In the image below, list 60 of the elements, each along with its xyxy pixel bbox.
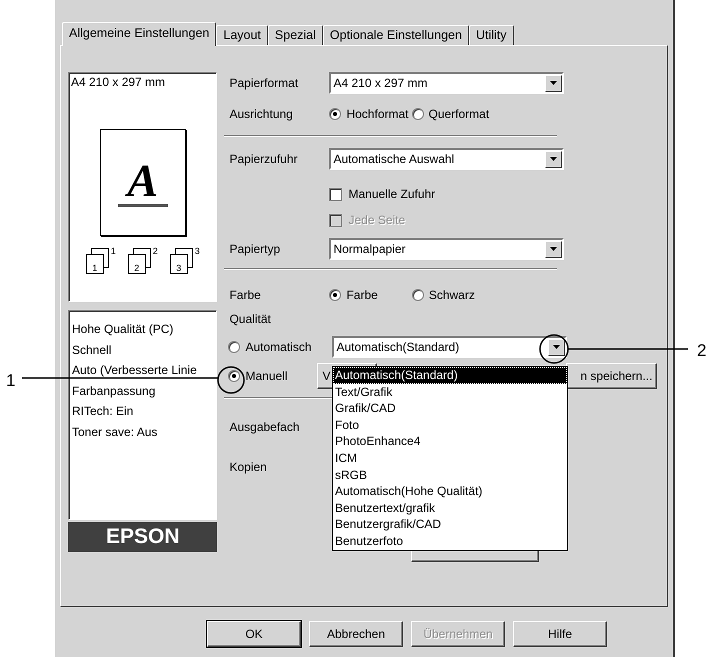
dropdown-option[interactable]: Benutzerfoto bbox=[333, 532, 567, 550]
option-label: Automatisch bbox=[245, 340, 312, 354]
field-label: Qualität bbox=[228, 312, 272, 326]
summary-line: Auto (Verbesserte Linie bbox=[72, 362, 198, 380]
dropdown-option[interactable]: Benutzergrafik/CAD bbox=[333, 516, 567, 533]
radio-button[interactable] bbox=[329, 108, 342, 120]
summary-line: Farbanpassung bbox=[72, 382, 156, 400]
dropdown-option[interactable]: Automatisch(Standard) bbox=[333, 367, 567, 384]
option-label: Querformat bbox=[428, 106, 490, 122]
tab[interactable]: Layout bbox=[216, 25, 268, 45]
option-label: Manuelle Zufuhr bbox=[348, 186, 436, 202]
tab[interactable]: Utility bbox=[468, 25, 514, 45]
dialog-button[interactable]: Hilfe bbox=[513, 621, 607, 647]
dropdown-option[interactable]: sRGB bbox=[333, 466, 567, 484]
dialog-button: Übernehmen bbox=[411, 621, 505, 647]
dropdown-field[interactable]: Normalpapier bbox=[329, 238, 564, 260]
save-button[interactable]: n speichern... bbox=[566, 363, 658, 389]
field-label: Papierzufuhr bbox=[228, 152, 299, 166]
dropdown-option[interactable]: Text/Grafik bbox=[333, 384, 567, 400]
preview-letter: A bbox=[127, 158, 158, 204]
checkbox[interactable] bbox=[329, 188, 342, 200]
option-label: Manuell bbox=[245, 368, 288, 384]
radio-button[interactable] bbox=[329, 288, 342, 301]
radio-button[interactable] bbox=[228, 340, 240, 353]
option-label: Farbe bbox=[346, 288, 378, 302]
option-label: Schwarz bbox=[428, 288, 475, 302]
option-label: Hochformat bbox=[346, 106, 408, 122]
dropdown-option[interactable]: Grafik/CAD bbox=[333, 400, 567, 417]
summary-line: Schnell bbox=[72, 342, 112, 359]
field-label: Kopien bbox=[228, 460, 268, 474]
dropdown-option[interactable]: Foto bbox=[333, 416, 567, 434]
field-label: Ausgabefach bbox=[228, 420, 301, 434]
dotted-line-icon bbox=[118, 204, 168, 208]
summary-line: Hohe Qualität (PC) bbox=[72, 321, 174, 338]
field-label: Papierformat bbox=[228, 76, 300, 90]
dropdown-option[interactable]: Automatisch(Hohe Qualität) bbox=[333, 483, 567, 500]
dialog-button[interactable]: OK bbox=[207, 621, 301, 647]
paper-size-label: A4 210 x 297 mm bbox=[71, 75, 166, 90]
field-label: Ausrichtung bbox=[228, 106, 294, 122]
summary-line: Toner save: Aus bbox=[72, 424, 158, 441]
quality-dropdown[interactable]: Automatisch(Standard) bbox=[332, 336, 568, 358]
dropdown-option[interactable]: Benutzertext/grafik bbox=[333, 500, 567, 516]
callout-number: 1 bbox=[6, 371, 16, 390]
radio-button[interactable] bbox=[412, 108, 424, 120]
dropdown-option[interactable]: PhotoEnhance4 bbox=[333, 433, 567, 450]
radio-button[interactable] bbox=[412, 288, 424, 301]
field-label: Papiertyp bbox=[228, 242, 282, 256]
dropdown-option[interactable]: ICM bbox=[333, 450, 567, 467]
dropdown-field[interactable]: A4 210 x 297 mm bbox=[329, 72, 564, 94]
tab[interactable]: Optionale Einstellungen bbox=[322, 25, 469, 45]
option-label: Jede Seite bbox=[348, 212, 406, 228]
dropdown-field[interactable]: Automatische Auswahl bbox=[329, 148, 564, 170]
tab[interactable]: Spezial bbox=[268, 25, 323, 45]
callout-number: 2 bbox=[697, 341, 706, 360]
summary-line: RITech: Ein bbox=[72, 403, 134, 420]
radio-button[interactable] bbox=[228, 370, 240, 382]
brand-logo: EPSON bbox=[68, 522, 218, 552]
field-label: Farbe bbox=[228, 288, 262, 302]
dialog-button[interactable]: Abbrechen bbox=[309, 621, 403, 647]
tab[interactable]: Allgemeine Einstellungen bbox=[62, 22, 216, 46]
